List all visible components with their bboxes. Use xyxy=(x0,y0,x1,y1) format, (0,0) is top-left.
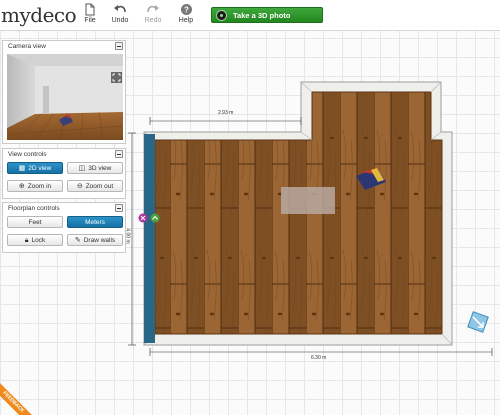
wall-delete-handle[interactable] xyxy=(138,213,148,223)
rug-item[interactable] xyxy=(281,187,335,214)
corner-resize-handle[interactable] xyxy=(467,311,489,333)
left-dimension-label: 4.00 m xyxy=(124,228,131,244)
selected-wall[interactable] xyxy=(144,134,155,343)
bottom-dimension-label: 6.30 m xyxy=(311,355,327,361)
top-dimension-label: 2.93 m xyxy=(218,110,234,116)
wall-split-handle[interactable] xyxy=(150,213,160,223)
floor-plan-canvas[interactable] xyxy=(0,0,500,415)
